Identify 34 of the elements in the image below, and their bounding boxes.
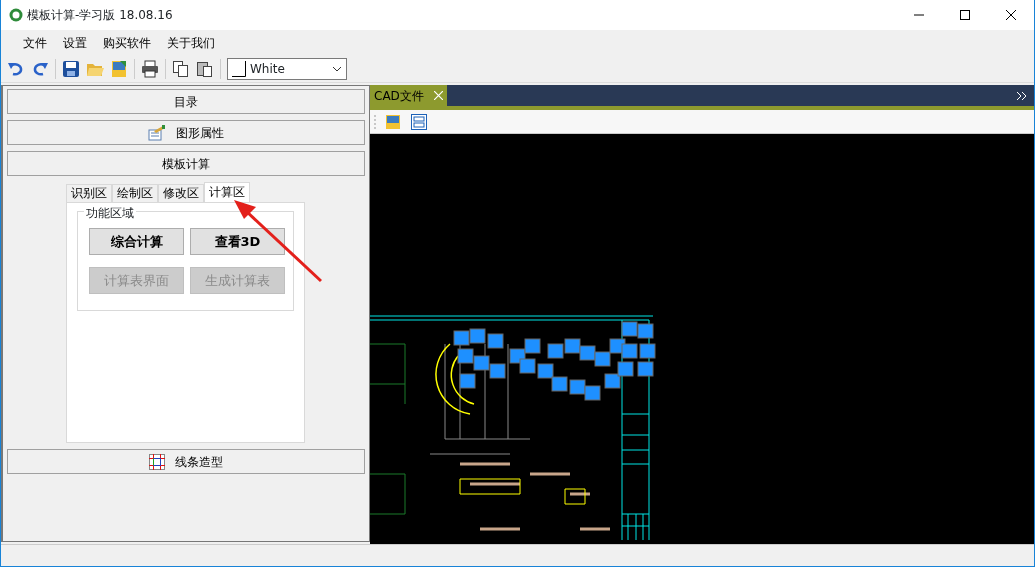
- maximize-icon: [960, 10, 970, 20]
- layout-icon[interactable]: [410, 112, 428, 131]
- image-icon[interactable]: [384, 112, 402, 131]
- image-icon[interactable]: [110, 59, 128, 78]
- action-button[interactable]: 综合计算: [89, 228, 184, 255]
- chevron-down-icon: [332, 65, 342, 72]
- color-swatch-icon: [232, 60, 246, 77]
- copy-icon[interactable]: [172, 59, 190, 78]
- tab[interactable]: 识别区: [66, 184, 112, 202]
- overflow-chevron-icon[interactable]: [1016, 90, 1028, 101]
- menu-item[interactable]: 文件: [15, 33, 55, 52]
- tab[interactable]: 修改区: [158, 184, 204, 202]
- panel-header-button[interactable]: 目录: [7, 89, 365, 114]
- menu-item[interactable]: 购买软件: [95, 33, 159, 52]
- action-button[interactable]: 查看3D: [190, 228, 285, 255]
- grid-icon: [149, 453, 165, 470]
- window-title: 模板计算-学习版 18.08.16: [27, 7, 173, 24]
- menu-item[interactable]: 关于我们: [159, 33, 223, 52]
- tab[interactable]: 计算区: [204, 182, 250, 202]
- menu-item[interactable]: 设置: [55, 33, 95, 52]
- panel-header-button[interactable]: 模板计算: [7, 151, 365, 176]
- color-select[interactable]: White: [227, 57, 347, 80]
- save-icon[interactable]: [62, 59, 80, 78]
- close-icon: [1006, 10, 1016, 20]
- panel-header-button[interactable]: 线条造型: [7, 449, 365, 474]
- tab[interactable]: 绘制区: [112, 184, 158, 202]
- close-icon[interactable]: [433, 91, 443, 100]
- app-icon: [9, 8, 23, 22]
- group-title: 功能区域: [84, 204, 136, 222]
- print-icon[interactable]: [141, 59, 159, 78]
- panel-header-button[interactable]: 图形属性: [7, 120, 365, 145]
- document-tab[interactable]: CAD文件: [370, 85, 447, 106]
- properties-icon: [148, 124, 166, 141]
- paste-icon[interactable]: [196, 59, 214, 78]
